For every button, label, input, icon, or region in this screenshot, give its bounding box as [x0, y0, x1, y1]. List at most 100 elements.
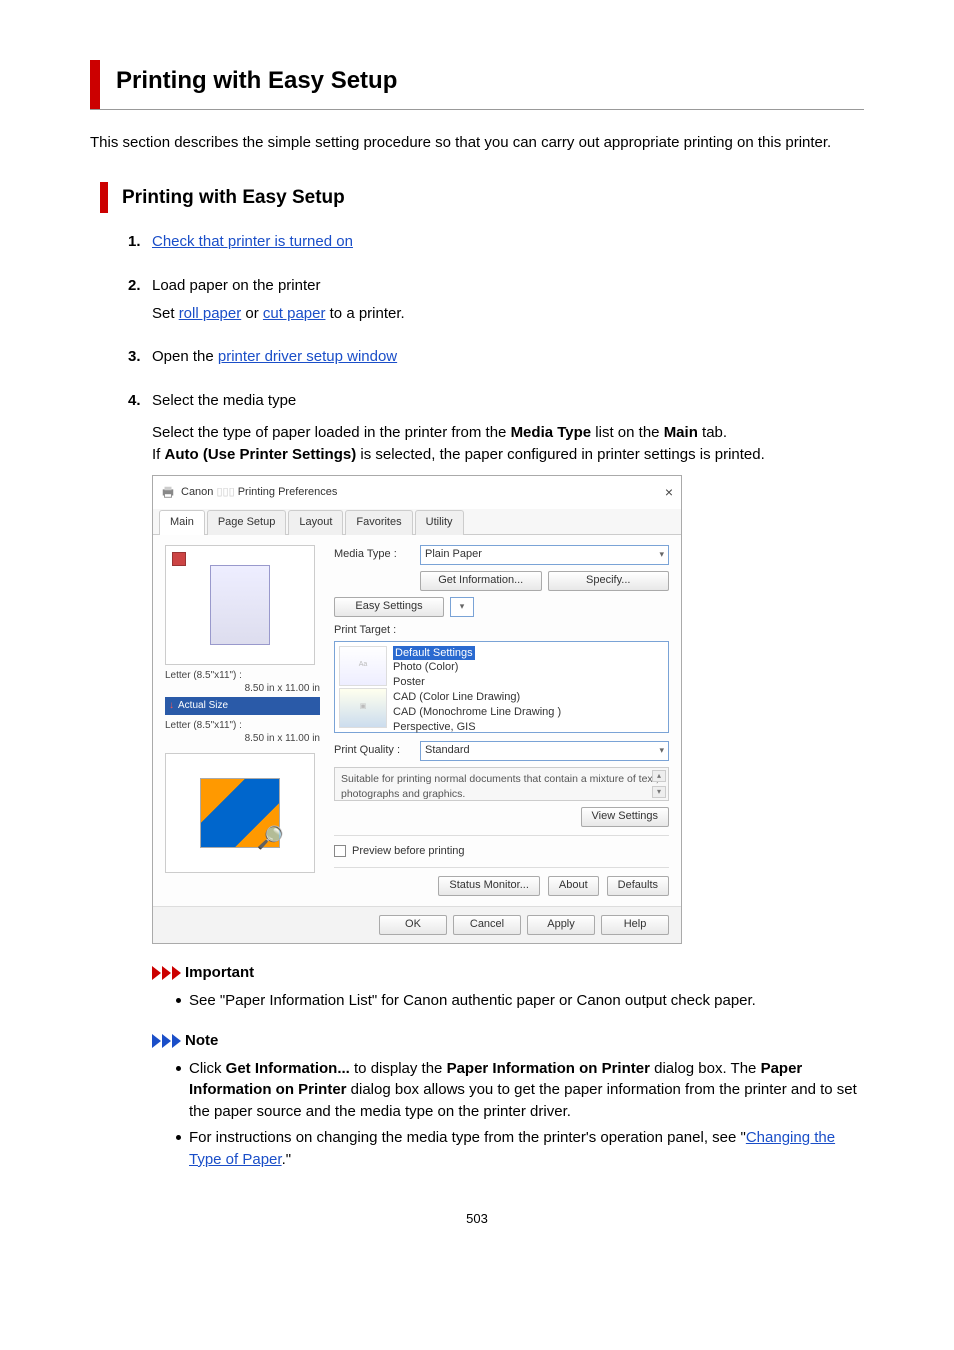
- print-target-option[interactable]: CAD (Monochrome Line Drawing ): [393, 705, 664, 720]
- accent-bar: [90, 60, 100, 109]
- list-item: Click Get Information... to display the …: [176, 1058, 864, 1123]
- print-target-list[interactable]: Aa ▣ Default Settings Photo (Color) Post…: [334, 641, 669, 733]
- actual-size-bar: ↓ Actual Size: [165, 697, 320, 716]
- print-target-option[interactable]: Poster: [393, 675, 664, 690]
- chevron-down-icon: ▾: [659, 548, 664, 561]
- divider: [334, 835, 669, 836]
- text: or: [241, 305, 263, 322]
- thumbnail-column: Aa ▣: [339, 646, 387, 728]
- print-target-label: Print Target :: [334, 623, 669, 639]
- section-heading: Printing with Easy Setup: [100, 182, 864, 214]
- about-button[interactable]: About: [548, 876, 599, 896]
- bullet-text: See "Paper Information List" for Canon a…: [189, 990, 756, 1012]
- page-number: 503: [90, 1210, 864, 1229]
- easy-settings-dropdown[interactable]: ▾: [450, 597, 474, 617]
- media-type-select[interactable]: Plain Paper ▾: [420, 545, 669, 565]
- media-type-label: Media Type :: [334, 547, 414, 563]
- print-target-option[interactable]: Photo (Color): [393, 660, 664, 675]
- step-title: Load paper on the printer: [152, 275, 320, 297]
- tab-favorites[interactable]: Favorites: [345, 510, 412, 535]
- specify-button[interactable]: Specify...: [548, 571, 670, 591]
- text: dialog box. The: [650, 1060, 761, 1077]
- bold-text: Media Type: [511, 424, 592, 441]
- print-quality-label: Print Quality :: [334, 743, 414, 759]
- step-title: Select the media type: [152, 390, 296, 412]
- tab-layout[interactable]: Layout: [288, 510, 343, 535]
- print-quality-select[interactable]: Standard ▾: [420, 741, 669, 761]
- close-button[interactable]: ×: [665, 482, 673, 502]
- text: .": [282, 1151, 292, 1168]
- easy-settings-button[interactable]: Easy Settings: [334, 597, 444, 617]
- target-thumbnail-icon: ▣: [339, 688, 387, 728]
- note-callout: Note Click Get Information... to display…: [152, 1030, 864, 1171]
- scroll-down-button[interactable]: ▾: [652, 786, 666, 798]
- description-box: Suitable for printing normal documents t…: [334, 767, 669, 801]
- page-preview-top: [165, 545, 315, 665]
- step-number: 4.: [128, 390, 152, 412]
- step-2: 2. Load paper on the printer Set roll pa…: [128, 275, 864, 325]
- page-preview-bottom: 🔍: [165, 753, 315, 873]
- dialog-footer: OK Cancel Apply Help: [153, 906, 681, 943]
- print-target-option-selected[interactable]: Default Settings: [393, 646, 475, 661]
- text: list on the: [591, 424, 664, 441]
- page-sheet-icon: [210, 565, 270, 645]
- dialog-title-text: Printing Preferences: [238, 486, 338, 498]
- apply-button[interactable]: Apply: [527, 915, 595, 935]
- text: is selected, the paper configured in pri…: [356, 446, 765, 463]
- text: Click: [189, 1060, 226, 1077]
- print-target-option[interactable]: CAD (Color Line Drawing): [393, 690, 664, 705]
- paper-size-label: Letter (8.5"x11") :: [165, 719, 320, 732]
- list-item: For instructions on changing the media t…: [176, 1127, 864, 1171]
- scroll-up-button[interactable]: ▴: [652, 770, 666, 782]
- divider: [334, 867, 669, 868]
- page-heading: Printing with Easy Setup: [90, 60, 864, 110]
- down-arrow-icon: ↓: [169, 699, 174, 714]
- print-quality-value: Standard: [425, 743, 470, 759]
- bullet-icon: [176, 1066, 181, 1071]
- intro-paragraph: This section describes the simple settin…: [90, 132, 864, 154]
- check-printer-on-link[interactable]: Check that printer is turned on: [152, 231, 353, 253]
- text: to a printer.: [325, 305, 404, 322]
- tab-utility[interactable]: Utility: [415, 510, 464, 535]
- tab-bar: Main Page Setup Layout Favorites Utility: [153, 509, 681, 535]
- step-body: Set roll paper or cut paper to a printer…: [128, 303, 864, 325]
- tab-main[interactable]: Main: [159, 510, 205, 535]
- text: Open the: [152, 348, 218, 365]
- page-title: Printing with Easy Setup: [116, 60, 397, 109]
- step-description: Select the type of paper loaded in the p…: [128, 422, 864, 466]
- chevrons-icon: [152, 966, 181, 980]
- chevron-down-icon: ▾: [460, 600, 465, 613]
- actual-size-label: Actual Size: [178, 699, 228, 714]
- help-button[interactable]: Help: [601, 915, 669, 935]
- cut-paper-link[interactable]: cut paper: [263, 305, 326, 322]
- cancel-button[interactable]: Cancel: [453, 915, 521, 935]
- section-title: Printing with Easy Setup: [122, 182, 345, 214]
- ok-button[interactable]: OK: [379, 915, 447, 935]
- description-text: Suitable for printing normal documents t…: [341, 773, 659, 800]
- dialog-title-brand: Canon: [181, 486, 213, 498]
- status-monitor-button[interactable]: Status Monitor...: [438, 876, 539, 896]
- text: to display the: [350, 1060, 447, 1077]
- text: tab.: [698, 424, 727, 441]
- defaults-button[interactable]: Defaults: [607, 876, 669, 896]
- step-number: 3.: [128, 346, 152, 368]
- text: Select the type of paper loaded in the p…: [152, 424, 511, 441]
- accent-bar: [100, 182, 108, 214]
- roll-paper-link[interactable]: roll paper: [179, 305, 242, 322]
- bold-text: Paper Information on Printer: [447, 1060, 650, 1077]
- important-label: Important: [185, 962, 254, 984]
- view-settings-button[interactable]: View Settings: [581, 807, 669, 827]
- preview-before-printing-checkbox[interactable]: [334, 845, 346, 857]
- tab-page-setup[interactable]: Page Setup: [207, 510, 287, 535]
- bold-text: Auto (Use Printer Settings): [165, 446, 357, 463]
- paper-size-label: Letter (8.5"x11") :: [165, 669, 320, 682]
- steps-list: 1. Check that printer is turned on 2. Lo…: [90, 231, 864, 1170]
- print-target-option[interactable]: Perspective, GIS: [393, 720, 664, 735]
- magnifier-icon: 🔍: [257, 822, 284, 854]
- driver-setup-window-link[interactable]: printer driver setup window: [218, 348, 397, 365]
- preview-before-printing-label: Preview before printing: [352, 844, 465, 860]
- step-3: 3. Open the printer driver setup window: [128, 346, 864, 368]
- get-information-button[interactable]: Get Information...: [420, 571, 542, 591]
- chevron-down-icon: ▾: [659, 744, 664, 757]
- chevrons-icon: [152, 1034, 181, 1048]
